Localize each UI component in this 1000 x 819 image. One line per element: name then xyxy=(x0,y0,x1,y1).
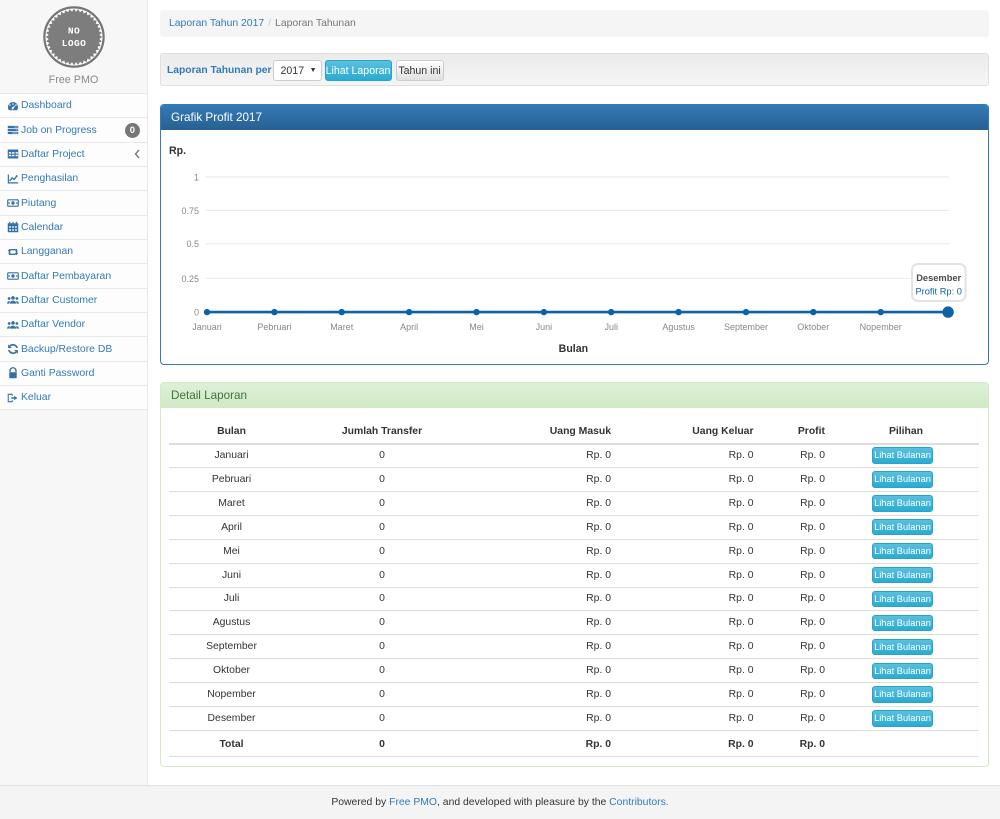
svg-text:Maret: Maret xyxy=(330,322,354,332)
svg-text:0.75: 0.75 xyxy=(181,206,199,216)
svg-text:Bulan: Bulan xyxy=(559,343,588,355)
svg-text:Desember: Desember xyxy=(916,273,961,283)
svg-text:Mei: Mei xyxy=(469,322,484,332)
svg-text:Rp.: Rp. xyxy=(169,145,186,157)
svg-text:Pebruari: Pebruari xyxy=(257,322,291,332)
svg-text:Agustus: Agustus xyxy=(662,322,695,332)
svg-text:September: September xyxy=(724,322,768,332)
svg-text:NO: NO xyxy=(67,25,79,36)
svg-text:Profit Rp: 0: Profit Rp: 0 xyxy=(915,287,962,297)
svg-text:Nopember: Nopember xyxy=(860,322,902,332)
svg-text:LOGO: LOGO xyxy=(61,38,85,49)
svg-text:Juni: Juni xyxy=(536,322,553,332)
svg-text:0.25: 0.25 xyxy=(181,274,199,284)
svg-text:April: April xyxy=(400,322,418,332)
svg-text:Oktober: Oktober xyxy=(797,322,829,332)
svg-text:1: 1 xyxy=(194,172,199,182)
svg-text:0.5: 0.5 xyxy=(186,239,199,249)
svg-text:0: 0 xyxy=(194,308,199,318)
svg-text:Juli: Juli xyxy=(604,322,618,332)
svg-text:Januari: Januari xyxy=(192,322,222,332)
